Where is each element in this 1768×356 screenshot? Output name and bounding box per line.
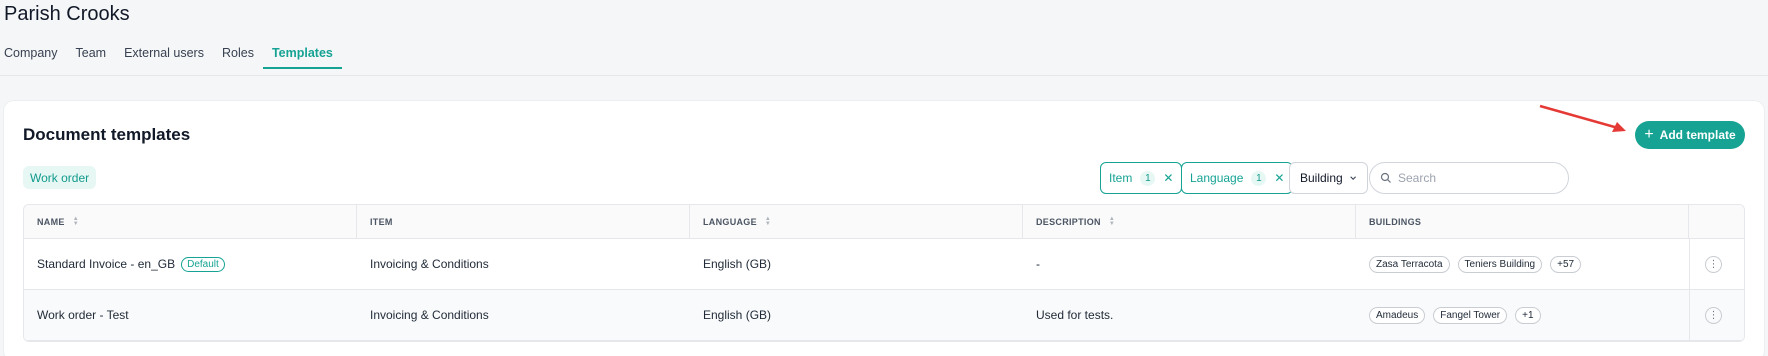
item-filter[interactable]: Item 1 ✕	[1100, 162, 1183, 194]
search-input[interactable]	[1398, 171, 1558, 185]
more-buildings-chip[interactable]: +57	[1550, 255, 1582, 273]
templates-table: NAME ▲ ▼ ITEM LANGUAGE ▲ ▼ DESCRIPTION ▲ ▼ …	[23, 204, 1745, 342]
actions-cell: ⋮	[1689, 290, 1744, 340]
column-header-actions	[1689, 205, 1744, 238]
add-template-label: Add template	[1659, 128, 1736, 142]
chevron-down-icon	[1349, 176, 1356, 181]
language-filter-count: 1	[1251, 170, 1267, 186]
settings-tabs: Company Team External users Roles Templa…	[4, 44, 342, 76]
search-icon	[1380, 172, 1391, 183]
template-name-cell: Work order - Test	[24, 290, 357, 340]
tab-roles[interactable]: Roles	[213, 44, 263, 76]
more-vertical-icon[interactable]: ⋮	[1705, 255, 1722, 273]
document-templates-card: Document templates + Add template Work o…	[4, 101, 1764, 356]
building-chip[interactable]: Zasa Terracota	[1369, 255, 1450, 273]
arrow-annotation	[1539, 104, 1626, 132]
table-row[interactable]: Standard Invoice - en_GB Default Invoici…	[24, 239, 1744, 290]
page-title: Parish Crooks	[4, 3, 130, 25]
item-filter-count: 1	[1140, 170, 1156, 186]
column-header-name[interactable]: NAME ▲ ▼	[24, 205, 357, 238]
search-box[interactable]	[1369, 162, 1569, 194]
tab-external-users[interactable]: External users	[115, 44, 213, 76]
table-row[interactable]: Work order - Test Invoicing & Conditions…	[24, 290, 1744, 341]
column-header-item: ITEM	[357, 205, 690, 238]
more-buildings-chip[interactable]: +1	[1515, 306, 1541, 324]
item-filter-label: Item	[1109, 171, 1133, 185]
building-chip[interactable]: Fangel Tower	[1433, 306, 1508, 324]
plus-icon: +	[1644, 126, 1654, 143]
work-order-chip[interactable]: Work order	[23, 166, 97, 189]
template-name-cell: Standard Invoice - en_GB Default	[24, 239, 357, 289]
tab-templates[interactable]: Templates	[262, 44, 342, 76]
item-cell: Invoicing & Conditions	[370, 257, 489, 271]
template-name[interactable]: Standard Invoice - en_GB	[37, 257, 175, 271]
tab-company[interactable]: Company	[4, 44, 67, 76]
description-cell: -	[1036, 257, 1040, 271]
sort-icon[interactable]: ▲ ▼	[73, 216, 79, 227]
actions-cell: ⋮	[1689, 239, 1744, 289]
language-filter[interactable]: Language 1 ✕	[1181, 162, 1294, 194]
tab-team[interactable]: Team	[67, 44, 116, 76]
column-header-description[interactable]: DESCRIPTION ▲ ▼	[1023, 205, 1356, 238]
column-header-language[interactable]: LANGUAGE ▲ ▼	[690, 205, 1023, 238]
description-cell: Used for tests.	[1036, 308, 1114, 322]
section-title: Document templates	[23, 125, 191, 144]
buildings-cell: Amadeus Fangel Tower +1	[1356, 290, 1689, 340]
building-chip[interactable]: Teniers Building	[1457, 255, 1543, 273]
default-badge: Default	[181, 256, 225, 272]
language-filter-label: Language	[1190, 171, 1244, 185]
item-cell: Invoicing & Conditions	[370, 308, 489, 322]
more-vertical-icon[interactable]: ⋮	[1705, 306, 1722, 324]
language-cell: English (GB)	[703, 308, 772, 322]
template-name[interactable]: Work order - Test	[37, 308, 129, 322]
language-cell: English (GB)	[703, 257, 772, 271]
sort-icon[interactable]: ▲ ▼	[1109, 216, 1115, 227]
add-template-button[interactable]: + Add template	[1635, 121, 1745, 149]
building-chip[interactable]: Amadeus	[1369, 306, 1426, 324]
column-header-buildings: BUILDINGS	[1356, 205, 1689, 238]
buildings-cell: Zasa Terracota Teniers Building +57	[1356, 239, 1689, 289]
close-icon[interactable]: ✕	[1163, 171, 1173, 185]
table-header: NAME ▲ ▼ ITEM LANGUAGE ▲ ▼ DESCRIPTION ▲ ▼ …	[24, 205, 1744, 239]
close-icon[interactable]: ✕	[1274, 171, 1284, 185]
building-dropdown[interactable]: Building	[1289, 162, 1368, 194]
tabs-divider	[0, 75, 1768, 76]
building-dropdown-label: Building	[1300, 171, 1343, 185]
sort-icon[interactable]: ▲ ▼	[765, 216, 771, 227]
